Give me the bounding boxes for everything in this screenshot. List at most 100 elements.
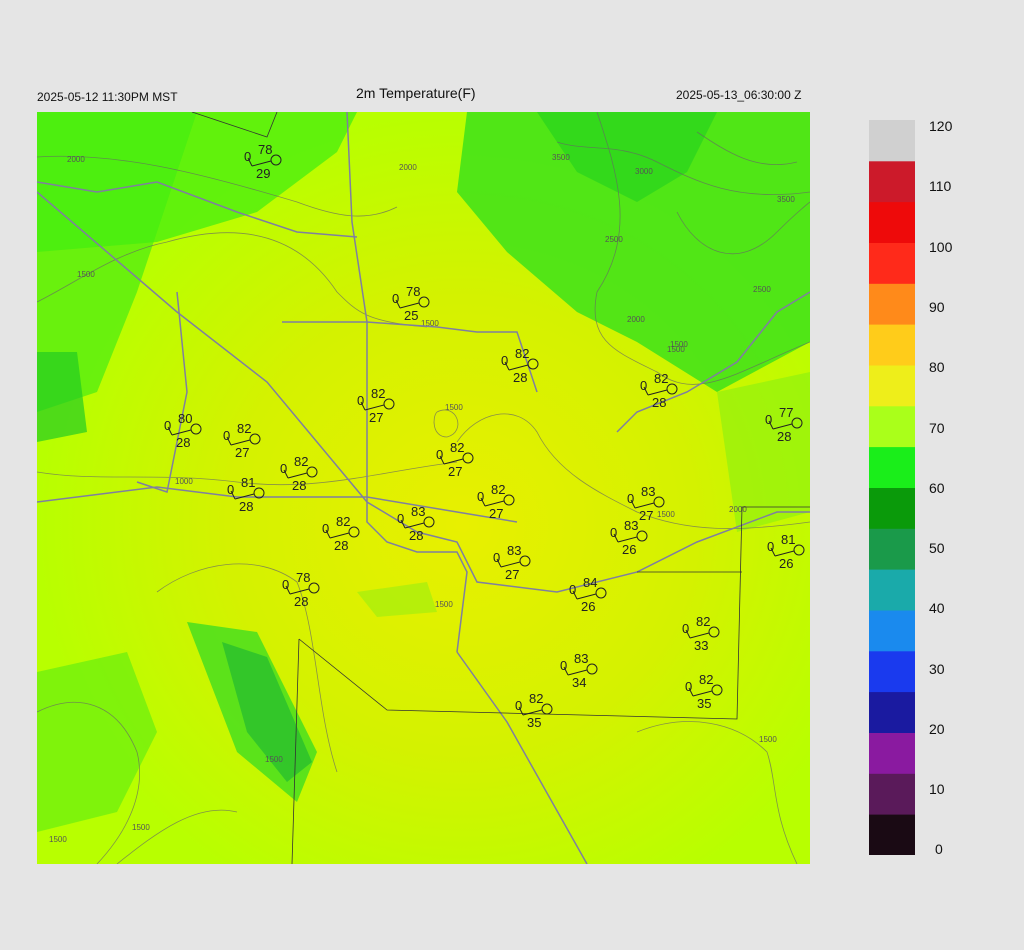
station-dewpoint: 26 — [622, 542, 636, 557]
colorbar-band — [869, 691, 915, 733]
contour-label: 1500 — [445, 403, 463, 412]
station-temperature: 82 — [654, 371, 668, 386]
colorbar-band — [869, 732, 915, 774]
station-dewpoint: 33 — [694, 638, 708, 653]
station-dewpoint: 28 — [239, 499, 253, 514]
colorbar-band — [869, 242, 915, 284]
station-wind-speed: 0 — [357, 393, 364, 408]
contour-label: 1500 — [435, 600, 453, 609]
station-dewpoint: 34 — [572, 675, 586, 690]
station-wind-speed: 0 — [223, 428, 230, 443]
station-temperature: 83 — [507, 543, 521, 558]
station-dewpoint: 26 — [779, 556, 793, 571]
contour-label: 1500 — [657, 510, 675, 519]
colorbar-label: 50 — [929, 540, 945, 556]
contour-label: 2500 — [753, 285, 771, 294]
colorbar-band — [869, 446, 915, 488]
colorbar-band — [869, 365, 915, 407]
colorbar-label: 70 — [929, 420, 945, 436]
station-wind-speed: 0 — [640, 378, 647, 393]
temperature-map: 2000 2000 1500 1500 3500 3000 3500 2500 … — [37, 112, 810, 864]
station-temperature: 77 — [779, 405, 793, 420]
colorbar-label: 0 — [935, 841, 943, 857]
contour-label: 2500 — [605, 235, 623, 244]
colorbar — [869, 120, 915, 855]
station-temperature: 83 — [624, 518, 638, 533]
station-temperature: 82 — [699, 672, 713, 687]
station-dewpoint: 28 — [294, 594, 308, 609]
station-temperature: 84 — [583, 575, 597, 590]
station-temperature: 83 — [411, 504, 425, 519]
colorbar-band — [869, 487, 915, 529]
valid-time-utc: 2025-05-13_06:30:00 Z — [676, 88, 802, 102]
station-temperature: 82 — [491, 482, 505, 497]
colorbar-band — [869, 120, 915, 162]
station-wind-speed: 0 — [610, 525, 617, 540]
colorbar-label: 40 — [929, 600, 945, 616]
colorbar-label: 20 — [929, 721, 945, 737]
map-title: 2m Temperature(F) — [356, 85, 476, 101]
station-temperature: 78 — [406, 284, 420, 299]
valid-time-local: 2025-05-12 11:30PM MST — [37, 90, 178, 104]
colorbar-band — [869, 814, 915, 855]
station-temperature: 81 — [241, 475, 255, 490]
contour-label: 2000 — [627, 315, 645, 324]
station-wind-speed: 0 — [682, 621, 689, 636]
station-wind-speed: 0 — [322, 521, 329, 536]
colorbar-band — [869, 283, 915, 325]
station-dewpoint: 26 — [581, 599, 595, 614]
station-wind-speed: 0 — [685, 679, 692, 694]
station-wind-speed: 0 — [560, 658, 567, 673]
station-dewpoint: 28 — [334, 538, 348, 553]
contour-label: 1500 — [265, 755, 283, 764]
station-wind-speed: 0 — [436, 447, 443, 462]
station-dewpoint: 27 — [489, 506, 503, 521]
station-temperature: 78 — [296, 570, 310, 585]
colorbar-label: 90 — [929, 299, 945, 315]
station-temperature: 83 — [641, 484, 655, 499]
station-wind-speed: 0 — [569, 582, 576, 597]
colorbar-band — [869, 650, 915, 693]
colorbar-band — [869, 201, 915, 243]
station-dewpoint: 28 — [176, 435, 190, 450]
station-wind-speed: 0 — [493, 550, 500, 565]
station-temperature: 82 — [515, 346, 529, 361]
station-wind-speed: 0 — [767, 539, 774, 554]
station-temperature: 82 — [371, 386, 385, 401]
colorbar-label: 30 — [929, 661, 945, 677]
station-wind-speed: 0 — [282, 577, 289, 592]
station-temperature: 82 — [529, 691, 543, 706]
station-wind-speed: 0 — [392, 291, 399, 306]
colorbar-label: 100 — [929, 239, 953, 255]
colorbar-band — [869, 610, 915, 652]
station-wind-speed: 0 — [164, 418, 171, 433]
contour-label: 1500 — [670, 340, 688, 349]
station-dewpoint: 27 — [369, 410, 383, 425]
contour-label: 1500 — [759, 735, 777, 744]
station-dewpoint: 28 — [777, 429, 791, 444]
colorbar-band — [869, 405, 915, 448]
colorbar-band — [869, 773, 915, 815]
colorbar-band — [869, 160, 915, 203]
contour-label: 1000 — [175, 477, 193, 486]
station-temperature: 80 — [178, 411, 192, 426]
contour-label: 3000 — [635, 167, 653, 176]
station-dewpoint: 28 — [652, 395, 666, 410]
station-dewpoint: 27 — [235, 445, 249, 460]
colorbar-label: 110 — [929, 178, 952, 194]
station-temperature: 82 — [294, 454, 308, 469]
contour-label: 2000 — [729, 505, 747, 514]
station-dewpoint: 27 — [505, 567, 519, 582]
station-temperature: 78 — [258, 142, 272, 157]
colorbar-label: 60 — [929, 480, 945, 496]
colorbar-band — [869, 324, 915, 366]
station-wind-speed: 0 — [227, 482, 234, 497]
contour-label: 1500 — [132, 823, 150, 832]
contour-label: 1500 — [77, 270, 95, 279]
station-wind-speed: 0 — [627, 491, 634, 506]
station-dewpoint: 35 — [697, 696, 711, 711]
colorbar-label: 120 — [929, 118, 953, 134]
station-wind-speed: 0 — [280, 461, 287, 476]
station-dewpoint: 28 — [292, 478, 306, 493]
station-temperature: 81 — [781, 532, 795, 547]
